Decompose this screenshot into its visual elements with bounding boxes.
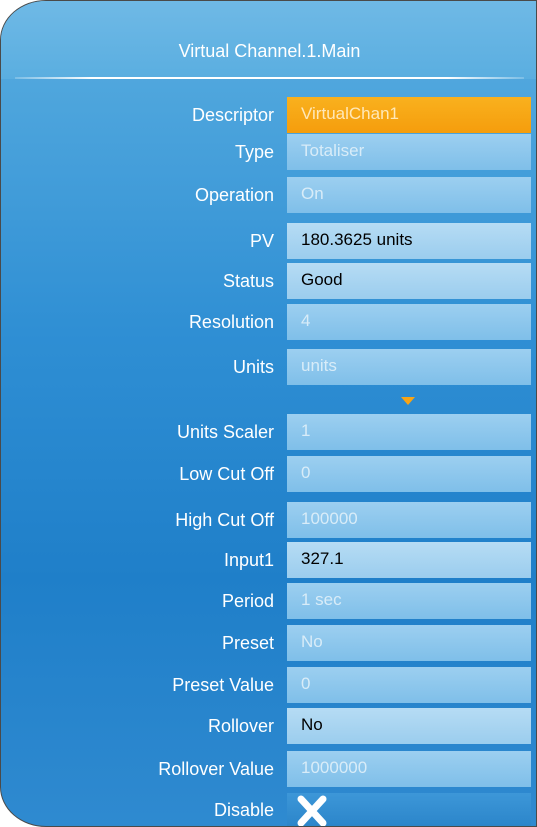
low-cut-off-field[interactable]: 0 [287, 456, 531, 492]
status-value: Good [287, 263, 531, 299]
triangle-down-icon[interactable] [401, 397, 415, 405]
panel-header: Virtual Channel.1.Main [1, 1, 536, 79]
cross-checkbox-icon[interactable] [292, 794, 332, 826]
title-divider [15, 77, 524, 79]
channel-panel: Virtual Channel.1.Main Descriptor Virtua… [0, 0, 537, 827]
preset-value-field[interactable]: 0 [287, 667, 531, 703]
label-preset-value: Preset Value [172, 675, 274, 695]
label-rollover-value: Rollover Value [158, 759, 274, 779]
units-field[interactable]: units [287, 349, 531, 385]
operation-field[interactable]: On [287, 177, 531, 213]
label-type: Type [234, 142, 274, 162]
label-units: Units [232, 357, 274, 377]
label-disable: Disable [213, 800, 274, 820]
preset-field[interactable]: No [287, 625, 531, 661]
period-field[interactable]: 1 sec [287, 583, 531, 619]
label-low-cut-off: Low Cut Off [179, 464, 274, 484]
label-preset: Preset [221, 633, 274, 653]
type-field[interactable]: Totaliser [287, 134, 531, 170]
units-scaler-field[interactable]: 1 [287, 414, 531, 450]
rollover-value-field[interactable]: 1000000 [287, 751, 531, 787]
label-operation: Operation [194, 185, 274, 205]
input1-value: 327.1 [287, 542, 531, 578]
high-cut-off-field[interactable]: 100000 [287, 502, 531, 538]
rollover-field[interactable]: No [287, 708, 531, 744]
label-rollover: Rollover [207, 716, 274, 736]
descriptor-field[interactable]: VirtualChan1 [287, 97, 531, 133]
label-units-scaler: Units Scaler [176, 422, 274, 442]
label-period: Period [221, 591, 274, 611]
label-resolution: Resolution [188, 312, 274, 332]
label-pv: PV [249, 231, 274, 251]
label-descriptor: Descriptor [191, 105, 274, 125]
resolution-field[interactable]: 4 [287, 304, 531, 340]
page-title: Virtual Channel.1.Main [178, 41, 361, 61]
label-status: Status [222, 271, 274, 291]
label-input1: Input1 [223, 550, 274, 570]
pv-value: 180.3625 units [287, 223, 531, 259]
label-high-cut-off: High Cut Off [175, 510, 274, 530]
